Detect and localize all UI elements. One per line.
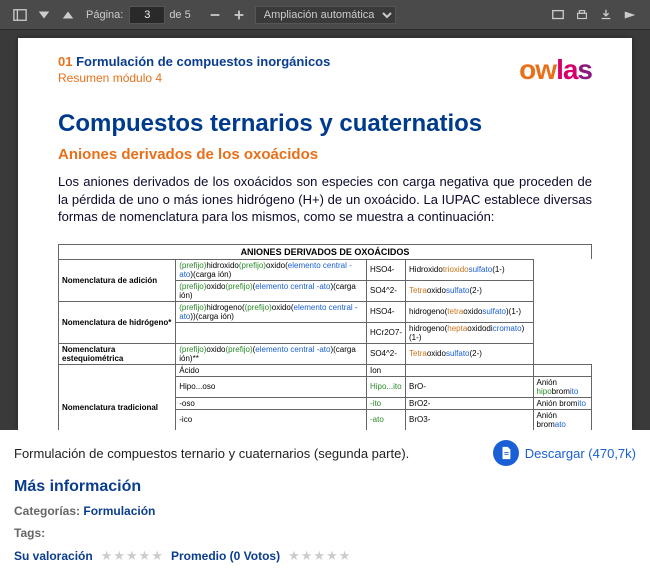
pdf-toolbar: Página: de 5 Ampliación automática xyxy=(0,0,650,30)
page-of-label: de 5 xyxy=(169,9,190,21)
print-icon[interactable] xyxy=(572,5,592,25)
page-label: Página: xyxy=(86,9,123,21)
page-subheading: Aniones derivados de los oxoácidos xyxy=(58,146,592,163)
prev-page-icon[interactable] xyxy=(34,5,54,25)
download-button[interactable]: Descargar (470,7k) xyxy=(493,440,636,466)
brand-logo: owlas xyxy=(519,54,592,86)
zoom-select[interactable]: Ampliación automática xyxy=(255,6,396,24)
pdf-page: 01 Formulación de compuestos inorgánicos… xyxy=(18,38,632,430)
your-rating-stars[interactable]: ★★★★★ xyxy=(101,548,163,564)
pdf-canvas[interactable]: 01 Formulación de compuestos inorgánicos… xyxy=(0,30,650,430)
presentation-icon[interactable] xyxy=(548,5,568,25)
your-rating-label: Su valoración xyxy=(14,549,93,563)
doc-section-title: Formulación de compuestos inorgánicos xyxy=(76,54,330,69)
tools-icon[interactable] xyxy=(620,5,640,25)
avg-rating-stars: ★★★★★ xyxy=(288,548,350,564)
intro-paragraph: Los aniones derivados de los oxoácidos s… xyxy=(58,173,592,226)
document-caption: Formulación de compuestos ternario y cua… xyxy=(14,446,493,461)
download-icon[interactable] xyxy=(596,5,616,25)
tags-row: Tags: xyxy=(14,526,636,540)
more-info-heading: Más información xyxy=(14,478,636,496)
next-page-icon[interactable] xyxy=(58,5,78,25)
zoom-out-icon[interactable] xyxy=(205,5,225,25)
download-file-icon xyxy=(493,440,519,466)
category-link[interactable]: Formulación xyxy=(83,504,155,518)
page-heading: Compuestos ternarios y cuaternatios xyxy=(58,110,592,138)
doc-subtitle: Resumen módulo 4 xyxy=(58,71,330,85)
avg-rating-label: Promedio (0 Votos) xyxy=(171,549,280,563)
categories-row: Categorías: Formulación xyxy=(14,504,636,518)
page-number-input[interactable] xyxy=(129,6,165,24)
sidebar-toggle-icon[interactable] xyxy=(10,5,30,25)
doc-section-num: 01 xyxy=(58,54,72,69)
nomenclature-table: Nomenclatura de adición (prefijo)hidroxi… xyxy=(58,259,592,430)
table-title: ANIONES DERIVADOS DE OXOÁCIDOS xyxy=(58,244,592,259)
zoom-in-icon[interactable] xyxy=(229,5,249,25)
